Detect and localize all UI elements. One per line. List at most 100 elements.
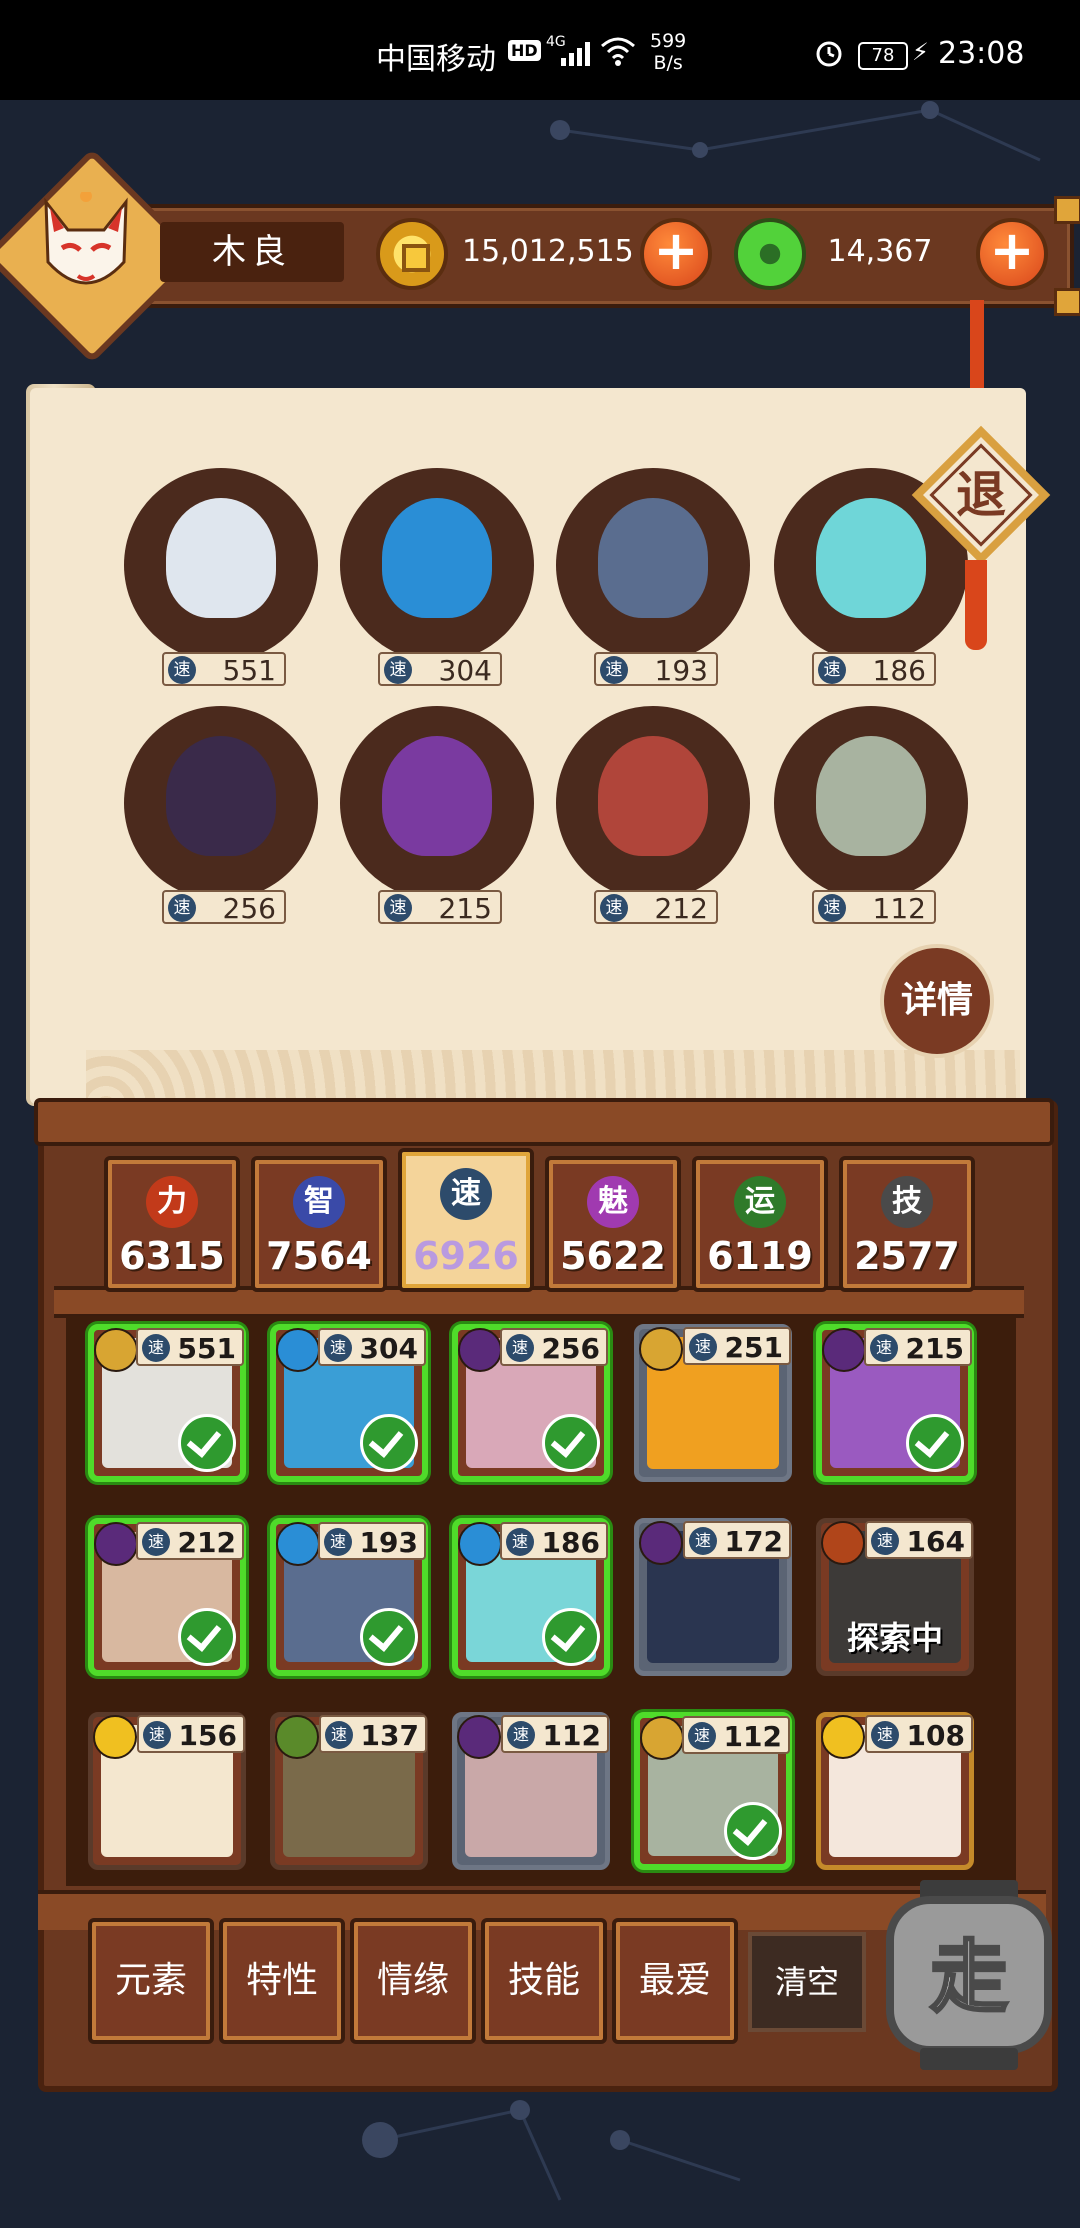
carrier-label: 中国移动 xyxy=(376,42,496,77)
filter-button[interactable]: 情缘 xyxy=(350,1918,476,2044)
detail-button[interactable]: 详情 xyxy=(880,944,994,1058)
retreat-tassel xyxy=(965,560,987,650)
speed-icon: 速 xyxy=(871,1721,899,1749)
checkmark-icon xyxy=(178,1608,236,1666)
selected-hero[interactable] xyxy=(124,706,318,900)
selected-hero[interactable] xyxy=(556,706,750,900)
add-jade-button[interactable]: + xyxy=(976,218,1048,290)
exploring-label: 探索中 xyxy=(846,1619,943,1657)
speed-icon: 速 xyxy=(168,656,196,684)
speed-badge: 速 172 xyxy=(683,1521,791,1559)
clear-button[interactable]: 清空 xyxy=(748,1932,866,2032)
speed-value: 304 xyxy=(438,654,492,687)
shelf-top-beam xyxy=(34,1098,1054,1146)
hero-card[interactable]: 速 112 xyxy=(634,1712,792,1870)
hero-portrait xyxy=(816,736,926,856)
hero-card[interactable]: 速 156 xyxy=(88,1712,246,1870)
hero-card[interactable]: 速 551 xyxy=(88,1324,246,1482)
speed-icon: 速 xyxy=(818,894,846,922)
stat-glyph-icon: 智 xyxy=(293,1176,345,1228)
charging-icon: ⚡ xyxy=(912,38,929,66)
checkmark-icon xyxy=(178,1414,236,1472)
battery-indicator: 78 xyxy=(858,42,908,70)
filter-button[interactable]: 特性 xyxy=(219,1918,345,2044)
element-icon xyxy=(458,1522,502,1566)
element-icon xyxy=(640,1716,684,1760)
filter-button[interactable]: 最爱 xyxy=(612,1918,738,2044)
speed-icon: 速 xyxy=(818,656,846,684)
hero-portrait xyxy=(598,736,708,856)
speed-value: 215 xyxy=(905,1332,964,1365)
speed-value: 256 xyxy=(222,892,276,925)
speed-badge: 速 251 xyxy=(683,1327,791,1365)
hero-card[interactable]: 速 137 xyxy=(270,1712,428,1870)
checkmark-icon xyxy=(542,1414,600,1472)
hero-card[interactable]: 速 186 xyxy=(452,1518,610,1676)
speed-value: 599 xyxy=(650,30,687,52)
hero-card[interactable]: 速 256 xyxy=(452,1324,610,1482)
add-gold-button[interactable]: + xyxy=(640,218,712,290)
selected-hero[interactable] xyxy=(124,468,318,662)
checkmark-icon xyxy=(360,1608,418,1666)
hero-card[interactable]: 速 212 xyxy=(88,1518,246,1676)
stat-glyph-icon: 运 xyxy=(734,1176,786,1228)
stat-value: 6315 xyxy=(119,1234,225,1278)
speed-value: 256 xyxy=(541,1332,600,1365)
speed-value: 137 xyxy=(360,1719,419,1752)
hero-card[interactable]: 速 193 xyxy=(270,1518,428,1676)
speed-icon: 速 xyxy=(384,894,412,922)
selected-hero[interactable] xyxy=(556,468,750,662)
speed-icon: 速 xyxy=(689,1333,717,1361)
hero-card[interactable]: 速 304 xyxy=(270,1324,428,1482)
jade-icon xyxy=(734,218,806,290)
speed-icon: 速 xyxy=(168,894,196,922)
stat-tab[interactable]: 力 6315 xyxy=(104,1156,240,1292)
speed-icon: 速 xyxy=(506,1334,534,1362)
hero-portrait xyxy=(598,498,708,618)
speed-icon: 速 xyxy=(143,1721,171,1749)
hero-card[interactable]: 速 164 探索中 xyxy=(816,1518,974,1676)
speed-value: 164 xyxy=(906,1525,965,1558)
go-button[interactable]: 走 xyxy=(880,1880,1058,2076)
stat-glyph-icon: 速 xyxy=(440,1168,492,1220)
speed-badge: 速 186 xyxy=(500,1522,608,1560)
speed-icon: 速 xyxy=(870,1334,898,1362)
hero-card[interactable]: 速 251 xyxy=(634,1324,792,1482)
selected-hero[interactable] xyxy=(340,468,534,662)
filter-button[interactable]: 技能 xyxy=(481,1918,607,2044)
stat-tab[interactable]: 速 6926 xyxy=(398,1148,534,1292)
hero-portrait xyxy=(382,736,492,856)
speed-tag: 速 193 xyxy=(594,652,718,687)
selected-hero[interactable] xyxy=(340,706,534,900)
element-icon xyxy=(276,1522,320,1566)
speed-icon: 速 xyxy=(324,1334,352,1362)
filter-button[interactable]: 元素 xyxy=(88,1918,214,2044)
hero-card[interactable]: 速 172 xyxy=(634,1518,792,1676)
speed-value: 172 xyxy=(724,1525,783,1558)
player-name: 木良 xyxy=(160,222,344,282)
element-icon xyxy=(822,1328,866,1372)
element-icon xyxy=(458,1328,502,1372)
speed-value: 193 xyxy=(654,654,708,687)
network-speed: 599 B/s xyxy=(650,30,686,74)
stat-tab[interactable]: 魅 5622 xyxy=(545,1156,681,1292)
speed-value: 156 xyxy=(178,1719,237,1752)
stat-tab[interactable]: 智 7564 xyxy=(251,1156,387,1292)
speed-icon: 速 xyxy=(871,1527,899,1555)
speed-value: 304 xyxy=(359,1332,418,1365)
selected-hero[interactable] xyxy=(774,706,968,900)
stat-value: 6926 xyxy=(413,1234,519,1278)
stat-glyph-icon: 力 xyxy=(146,1176,198,1228)
speed-badge: 速 164 xyxy=(865,1521,973,1559)
retreat-button[interactable]: 退 xyxy=(906,420,1056,570)
element-icon xyxy=(276,1328,320,1372)
hero-portrait xyxy=(166,736,276,856)
fox-mask-icon[interactable] xyxy=(28,192,144,308)
element-icon xyxy=(93,1715,137,1759)
hero-card[interactable]: 速 215 xyxy=(816,1324,974,1482)
hero-portrait xyxy=(382,498,492,618)
stat-tab[interactable]: 技 2577 xyxy=(839,1156,975,1292)
stat-tab[interactable]: 运 6119 xyxy=(692,1156,828,1292)
hero-card[interactable]: 速 112 xyxy=(452,1712,610,1870)
hero-card[interactable]: 速 108 xyxy=(816,1712,974,1870)
